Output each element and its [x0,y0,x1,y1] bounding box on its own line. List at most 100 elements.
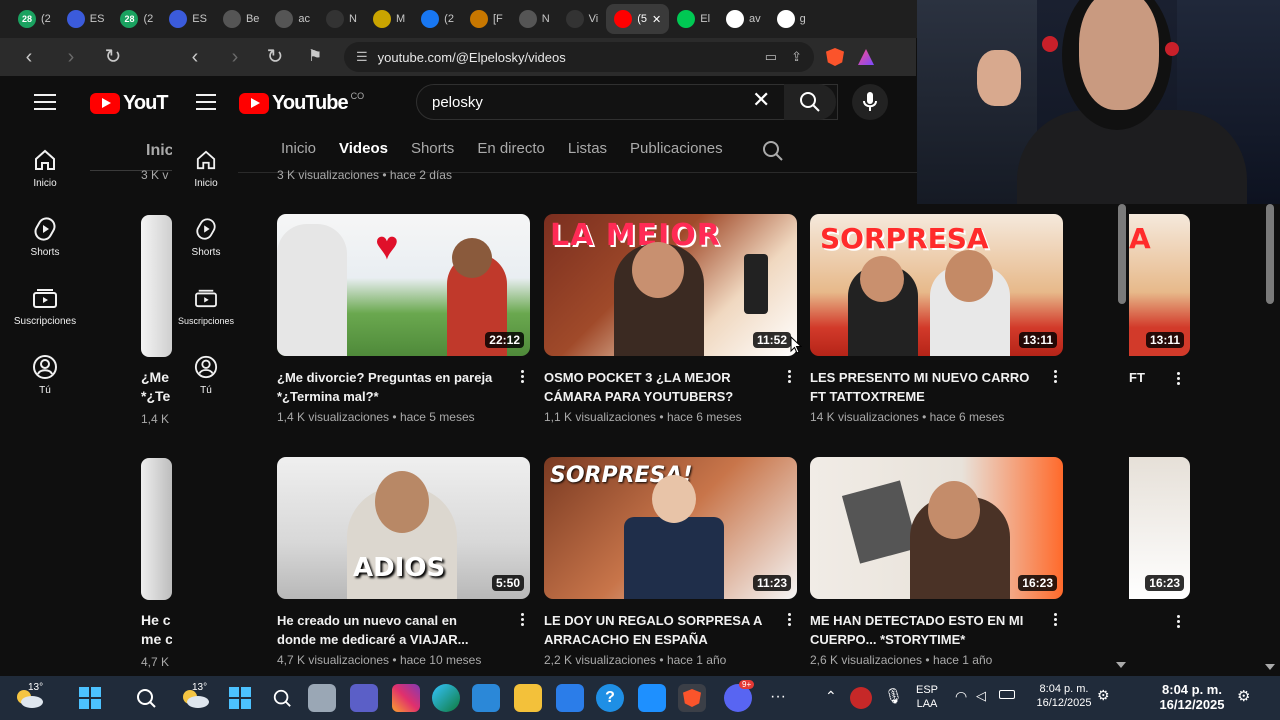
back-arrow-icon[interactable]: ‹ [18,47,40,67]
browser-tab[interactable]: ac [267,4,318,34]
language-indicator[interactable]: ESP LAA [910,683,944,711]
video-card[interactable]: ADIOS 5:50 He creado un nuevo canal en d… [277,457,530,667]
video-thumbnail[interactable]: SORPRESA! 11:23 [544,457,797,599]
cast-icon[interactable]: ▭ [765,49,777,65]
tab-en-directo[interactable]: En directo [477,140,545,157]
menu-icon[interactable] [196,94,216,110]
reload-icon[interactable]: ↻ [264,47,286,67]
sidebar-item-inicio[interactable]: Inicio [13,146,77,189]
browser-tab[interactable]: (5 ✕ [606,4,670,34]
chevron-up-icon[interactable]: ⌃ [825,688,837,705]
search-input[interactable]: pelosky [416,84,838,120]
more-actions-icon[interactable] [1177,372,1180,385]
browser-tab[interactable]: (2 [413,4,462,34]
site-settings-icon[interactable]: ☰ [356,49,368,65]
teams-icon[interactable] [350,684,378,712]
browser-tab[interactable]: Be [215,4,267,34]
browser-tab[interactable]: N [511,4,558,34]
voice-search-button[interactable] [852,84,888,120]
browser-tab[interactable]: [F [462,4,511,34]
edge-icon[interactable] [432,684,460,712]
video-title[interactable]: He creado un nuevo canal en donde me ded… [277,611,497,649]
more-icon[interactable]: ··· [770,688,786,706]
volume-icon[interactable]: ◁ [976,688,986,704]
video-thumbnail[interactable]: LA MEJOR 11:52 [544,214,797,356]
sidebar-item-subscriptions[interactable]: Suscripciones [13,284,77,327]
video-title[interactable]: LES PRESENTO MI NUEVO CARRO FT TATTOXTRE… [810,368,1030,406]
browser-tab[interactable]: g [769,4,814,34]
windows-start-icon[interactable] [226,684,254,712]
browser-tab[interactable]: M [365,4,413,34]
youtube-logo[interactable]: YouT [90,92,169,115]
more-actions-icon[interactable] [1177,615,1180,628]
tab-listas[interactable]: Listas [568,140,607,157]
close-tab-icon[interactable]: ✕ [652,13,661,26]
store-icon[interactable] [472,684,500,712]
tab-publicaciones[interactable]: Publicaciones [630,140,723,157]
tab-inicio[interactable]: Inicio [281,140,316,157]
video-title[interactable]: OSMO POCKET 3 ¿LA MEJOR CÁMARA PARA YOUT… [544,368,764,406]
browser-tab[interactable]: 28 (2 [112,4,161,34]
forward-arrow-icon[interactable]: › [224,47,246,67]
partial-video-title[interactable]: FT [1129,370,1145,385]
system-clock[interactable]: 8:04 p. m. 16/12/2025 [1025,682,1103,710]
forward-arrow-icon[interactable]: › [60,47,82,67]
app-icon[interactable] [556,684,584,712]
microphone-icon[interactable]: 🎙 [884,687,903,705]
video-thumbnail[interactable]: 16:23 [810,457,1063,599]
youtube-logo[interactable]: YouTube CO [239,91,364,115]
back-video-thumbnail[interactable] [141,458,172,600]
video-thumbnail[interactable]: ADIOS 5:50 [277,457,530,599]
video-title[interactable]: LE DOY UN REGALO SORPRESA A ARRACACHO EN… [544,611,764,649]
notification-icon[interactable]: ⚙ [1097,687,1110,704]
system-clock-large[interactable]: 8:04 p. m. 16/12/2025 [1142,682,1242,712]
back-video-title[interactable]: ¿Me *¿Te [141,368,172,406]
address-bar[interactable]: ☰ youtube.com/@Elpelosky/videos ▭ ⇪ [344,42,814,72]
brave-rewards-icon[interactable] [858,49,874,65]
menu-icon[interactable] [34,94,56,110]
browser-tab[interactable]: av [718,4,769,34]
browser-tab[interactable]: Vi [558,4,607,34]
instagram-icon[interactable] [392,684,420,712]
brave-icon[interactable] [678,684,706,712]
help-icon[interactable]: ? [596,684,624,712]
back-arrow-icon[interactable]: ‹ [184,47,206,67]
video-title[interactable]: ¿Me divorcie? Preguntas en pareja *¿Term… [277,368,497,406]
sidebar-item-shorts[interactable]: Shorts [13,215,77,258]
more-actions-icon[interactable] [521,613,524,626]
video-thumbnail[interactable]: ♥ 22:12 [277,214,530,356]
video-card[interactable]: SORPRESA! 11:23 LE DOY UN REGALO SORPRES… [544,457,797,667]
tab-shorts[interactable]: Shorts [411,140,454,157]
clear-search-icon[interactable]: ✕ [752,89,770,111]
windows-start-icon[interactable] [76,684,104,712]
back-tab-inicio[interactable]: Inic [146,142,172,160]
scroll-down-arrow-icon[interactable] [1116,662,1126,668]
scrollbar-thumb[interactable] [1118,204,1126,304]
search-button[interactable] [784,84,836,120]
tray-app-icon[interactable] [850,687,872,709]
reload-icon[interactable]: ↻ [102,47,124,67]
wifi-icon[interactable]: ◠ [955,688,967,705]
share-icon[interactable]: ⇪ [791,49,802,65]
bookmark-icon[interactable]: ⚑ [304,47,326,67]
more-actions-icon[interactable] [788,613,791,626]
partial-video-thumbnail[interactable]: A 13:11 [1129,214,1190,356]
sidebar-item-you[interactable]: Tú [174,353,238,396]
video-card[interactable]: 16:23 ME HAN DETECTADO ESTO EN MI CUERPO… [810,457,1063,667]
channel-search-button[interactable] [762,140,784,167]
browser-tab[interactable]: ES [161,4,215,34]
scroll-down-arrow-icon[interactable] [1265,664,1275,670]
video-title[interactable]: ME HAN DETECTADO ESTO EN MI CUERPO... *S… [810,611,1030,649]
notification-icon[interactable]: ⚙ [1237,687,1250,705]
video-card[interactable]: SORPRESA 13:11 LES PRESENTO MI NUEVO CAR… [810,214,1063,424]
browser-tab[interactable]: 28 (2 [10,4,59,34]
tab-videos[interactable]: Videos [339,140,388,157]
search-icon[interactable] [268,684,296,712]
search-icon[interactable] [132,684,160,712]
video-thumbnail[interactable]: SORPRESA 13:11 [810,214,1063,356]
partial-video-thumbnail[interactable]: 16:23 [1129,457,1190,599]
browser-tab[interactable]: N [318,4,365,34]
video-card[interactable]: LA MEJOR 11:52 OSMO POCKET 3 ¿LA MEJOR C… [544,214,797,424]
video-card[interactable]: ♥ 22:12 ¿Me divorcie? Preguntas en parej… [277,214,530,424]
browser-tab[interactable]: ES [59,4,113,34]
